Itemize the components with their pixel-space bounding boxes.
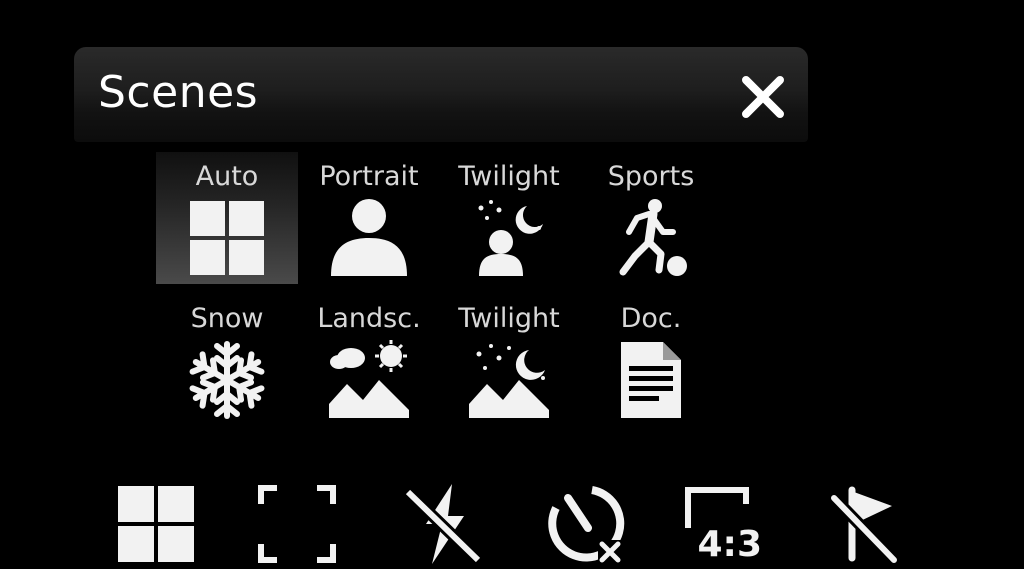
flash-off-icon bbox=[403, 484, 483, 565]
aspect-ratio-label: 4:3 bbox=[698, 524, 763, 564]
focus-mode-button[interactable] bbox=[257, 484, 337, 564]
geotag-button[interactable] bbox=[828, 484, 908, 565]
self-timer-off-icon bbox=[548, 486, 625, 564]
snowflake-icon bbox=[187, 341, 267, 420]
aspect-ratio-icon: 4:3 bbox=[685, 487, 763, 565]
scene-label: Snow bbox=[190, 303, 264, 334]
aspect-ratio-button[interactable]: 4:3 bbox=[684, 484, 764, 565]
scenes-header: Scenes bbox=[74, 47, 808, 142]
scene-portrait[interactable]: Portrait bbox=[298, 152, 440, 284]
scene-snow[interactable]: Snow bbox=[156, 294, 298, 426]
scene-label: Auto bbox=[195, 161, 259, 192]
scene-twilight-portrait[interactable]: Twilight bbox=[438, 152, 580, 284]
scene-label: Twilight bbox=[458, 303, 560, 334]
scene-grid-icon bbox=[118, 486, 194, 562]
scene-label: Landsc. bbox=[317, 303, 421, 334]
focus-frame-icon bbox=[258, 485, 336, 563]
geotag-off-icon bbox=[829, 486, 899, 565]
twilight-landscape-icon bbox=[469, 344, 549, 418]
landscape-icon bbox=[329, 340, 409, 418]
scene-mode-button[interactable] bbox=[116, 484, 196, 564]
page-title: Scenes bbox=[98, 67, 259, 118]
sports-icon bbox=[619, 199, 687, 276]
scene-twilight-landscape[interactable]: Twilight bbox=[438, 294, 580, 426]
close-button[interactable] bbox=[738, 72, 788, 122]
scene-document[interactable]: Doc. bbox=[580, 294, 722, 426]
close-icon bbox=[742, 76, 784, 118]
scene-label: Portrait bbox=[319, 161, 419, 192]
scene-landscape[interactable]: Landsc. bbox=[298, 294, 440, 426]
document-icon bbox=[621, 342, 681, 418]
scene-sports[interactable]: Sports bbox=[580, 152, 722, 284]
auto-grid-icon bbox=[190, 201, 264, 275]
scene-label: Twilight bbox=[458, 161, 560, 192]
scene-label: Sports bbox=[607, 161, 695, 192]
twilight-portrait-icon bbox=[478, 200, 543, 276]
flash-button[interactable] bbox=[402, 484, 483, 565]
scene-auto[interactable]: Auto bbox=[156, 152, 298, 284]
self-timer-button[interactable] bbox=[546, 484, 626, 564]
portrait-icon bbox=[331, 199, 407, 276]
scene-label: Doc. bbox=[620, 303, 682, 334]
